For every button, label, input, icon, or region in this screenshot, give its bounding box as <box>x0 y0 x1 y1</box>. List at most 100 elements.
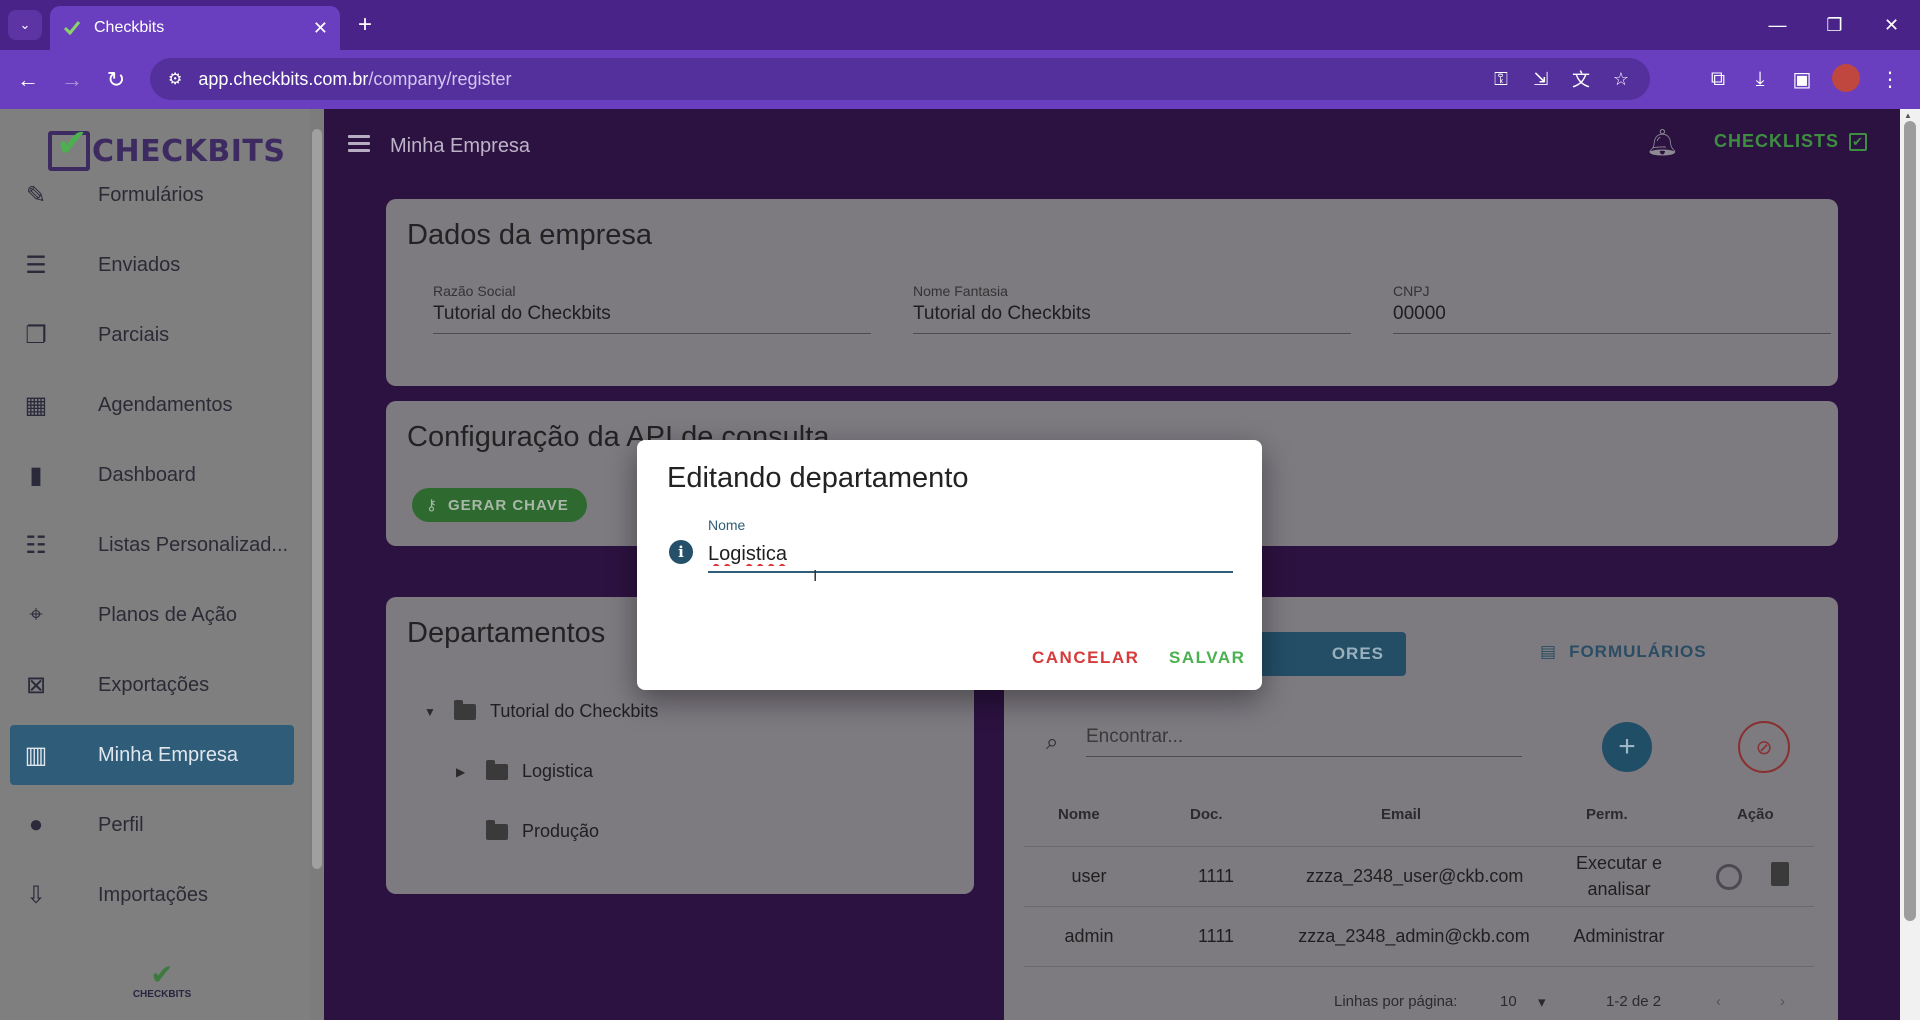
sidebar-item-agendamentos[interactable]: ▦ Agendamentos <box>10 375 294 435</box>
cell-nome: admin <box>1064 926 1114 946</box>
column-header-doc[interactable]: Doc. <box>1190 806 1223 823</box>
cell-perm-line1: Executar e <box>1575 853 1663 873</box>
add-user-button[interactable]: + <box>1602 722 1652 772</box>
company-card-title: Dados da empresa <box>407 219 653 251</box>
profile-avatar[interactable] <box>1832 64 1860 92</box>
edit-icon[interactable] <box>1716 864 1742 890</box>
razao-social-field[interactable]: Razão Social Tutorial do Checkbits <box>433 283 871 334</box>
reload-icon[interactable]: ↻ <box>100 64 132 96</box>
sidebar-item-minha-empresa[interactable]: ▥ Minha Empresa <box>10 725 294 785</box>
form-edit-icon: ✎ <box>25 181 47 209</box>
text-cursor-icon: I <box>813 568 818 585</box>
page-scrollbar[interactable]: ▲ <box>1900 109 1920 1020</box>
tree-item-producao[interactable]: Produção <box>456 819 599 842</box>
key-icon: ⚷ <box>426 497 438 514</box>
close-window-icon[interactable]: ✕ <box>1863 0 1920 50</box>
sidebar-item-importacoes[interactable]: ⇩ Importações <box>10 865 294 925</box>
browser-tab[interactable]: Checkbits ✕ <box>50 6 340 50</box>
browser-tab-bar: ⌄ Checkbits ✕ + — ❐ ✕ <box>0 0 1920 50</box>
sidebar-scrollbar[interactable] <box>310 109 324 1020</box>
restore-icon[interactable]: ❐ <box>1806 0 1863 50</box>
page-title: Minha Empresa <box>390 135 531 157</box>
sidebar-item-formularios[interactable]: ✎ Formulários <box>10 165 294 225</box>
tab-title: Checkbits <box>94 19 165 36</box>
info-icon: i <box>669 540 693 564</box>
column-header-acao: Ação <box>1737 806 1774 823</box>
rows-per-page-label: Linhas por página: <box>1334 993 1458 1010</box>
cell-nome: user <box>1071 866 1107 886</box>
next-page-icon[interactable]: › <box>1780 993 1785 1010</box>
crosshair-icon: ⌖ <box>29 601 43 628</box>
close-tab-icon[interactable]: ✕ <box>313 18 328 39</box>
sidebar-scroll-thumb[interactable] <box>312 129 322 869</box>
person-icon: ● <box>28 811 44 838</box>
sidebar-item-dashboard[interactable]: ▮ Dashboard <box>10 445 294 505</box>
sidebar-item-enviados[interactable]: ☰ Enviados <box>10 235 294 295</box>
tree-item-root[interactable]: ▼ Tutorial do Checkbits <box>424 699 658 722</box>
partial-docs-icon: ❐ <box>25 321 47 349</box>
dropdown-arrow-icon[interactable]: ▾ <box>1538 993 1546 1011</box>
blocked-users-icon[interactable]: ⊘ <box>1738 721 1790 773</box>
tab-formularios[interactable]: ▤ FORMULÁRIOS <box>1540 642 1707 662</box>
users-search: ⌕ Encontrar... <box>1046 726 1522 757</box>
cnpj-field[interactable]: CNPJ 00000 <box>1393 283 1831 334</box>
database-icon: ☷ <box>25 531 47 559</box>
cell-perm-line2: analisar <box>1587 879 1651 899</box>
forward-arrow-icon[interactable]: → <box>56 64 88 96</box>
pagination-range: 1-2 de 2 <box>1606 993 1662 1010</box>
bookmark-star-icon[interactable]: ☆ <box>1610 69 1632 90</box>
search-input[interactable]: Encontrar... <box>1086 726 1522 757</box>
sidebar-item-parciais[interactable]: ❐ Parciais <box>10 305 294 365</box>
new-tab-button[interactable]: + <box>352 12 378 38</box>
column-header-nome[interactable]: Nome <box>1058 806 1100 823</box>
sidebar-item-listas[interactable]: ☷ Listas Personalizad... <box>10 515 294 575</box>
trash-icon[interactable] <box>1771 862 1789 886</box>
browser-toolbar: ← → ↻ ⚙ app.checkbits.com.br/company/reg… <box>0 50 1920 109</box>
downloads-icon[interactable]: ⤓ <box>1748 64 1772 94</box>
mini-logo-check-icon: ✔ <box>150 959 174 990</box>
minimize-icon[interactable]: — <box>1749 0 1806 50</box>
site-settings-icon[interactable]: ⚙ <box>168 69 182 89</box>
hamburger-menu-icon[interactable] <box>348 135 370 156</box>
previous-page-icon[interactable]: ‹ <box>1716 993 1721 1010</box>
translate-icon[interactable]: 文 <box>1570 66 1592 92</box>
extensions-icon[interactable]: ⧉ <box>1706 64 1730 94</box>
building-icon: ▥ <box>24 741 48 769</box>
notification-bell-icon[interactable]: 🔔︎ <box>1646 127 1679 158</box>
row-divider <box>1024 966 1814 967</box>
password-key-icon[interactable]: ⚿ <box>1490 69 1512 90</box>
column-header-perm[interactable]: Perm. <box>1586 806 1628 823</box>
url-text[interactable]: app.checkbits.com.br/company/register <box>198 69 511 90</box>
caret-down-icon[interactable]: ▼ <box>424 705 442 719</box>
back-arrow-icon[interactable]: ← <box>12 64 44 96</box>
browser-menu-icon[interactable]: ⋮ <box>1878 64 1902 94</box>
nome-fantasia-field[interactable]: Nome Fantasia Tutorial do Checkbits <box>913 283 1351 334</box>
sidebar-item-planos[interactable]: ⌖ Planos de Ação <box>10 585 294 645</box>
sidebar-item-exportacoes[interactable]: ⊠ Exportações <box>10 655 294 715</box>
cancel-button[interactable]: CANCELAR <box>1032 648 1139 668</box>
row-divider <box>1024 846 1814 847</box>
address-bar[interactable]: ⚙ app.checkbits.com.br/company/register … <box>150 58 1650 100</box>
calendar-icon: ▦ <box>24 391 48 419</box>
column-header-email[interactable]: Email <box>1381 806 1421 823</box>
checkbox-checked-icon: ✔ <box>1849 132 1868 151</box>
page-scroll-thumb[interactable] <box>1904 121 1916 921</box>
tree-item-logistica[interactable]: ▶ Logistica <box>456 759 593 782</box>
row-divider <box>1024 906 1814 907</box>
checklists-button[interactable]: CHECKLISTS ✔ <box>1714 131 1868 152</box>
generate-key-button[interactable]: ⚷ GERAR CHAVE <box>412 488 587 522</box>
excel-icon: ⊠ <box>25 671 47 699</box>
department-name-input[interactable] <box>708 537 1233 573</box>
checkbits-favicon-icon <box>62 18 82 38</box>
sidebar-item-perfil[interactable]: ● Perfil <box>10 795 294 855</box>
tab-search-chevron-icon[interactable]: ⌄ <box>8 10 42 40</box>
import-file-icon: ⇩ <box>25 881 47 909</box>
rows-per-page-select[interactable]: 10 <box>1500 993 1517 1010</box>
folder-icon <box>486 819 508 840</box>
side-panel-icon[interactable]: ▣ <box>1790 64 1814 94</box>
caret-right-icon[interactable]: ▶ <box>456 765 474 779</box>
save-button[interactable]: SALVAR <box>1169 648 1245 668</box>
install-app-icon[interactable]: ⇲ <box>1530 69 1552 90</box>
scroll-up-icon[interactable]: ▲ <box>1904 111 1912 120</box>
edit-department-dialog: Editando departamento i Nome CANCELAR SA… <box>637 440 1262 690</box>
